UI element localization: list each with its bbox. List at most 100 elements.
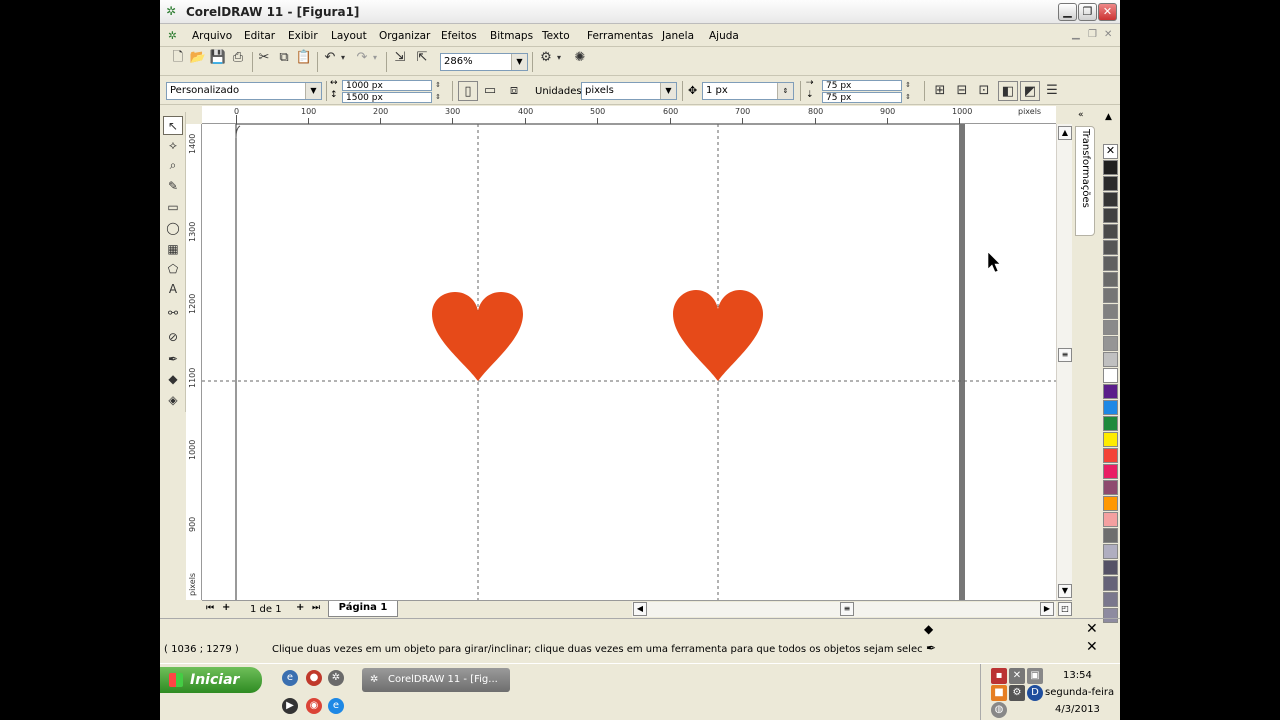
shape-tool-icon[interactable]: ⟡: [163, 136, 183, 155]
paper-type-select[interactable]: Personalizado ▼: [166, 82, 322, 100]
duplicate-distance-x-input[interactable]: 75 px: [822, 80, 902, 91]
drawing-canvas[interactable]: [202, 124, 1056, 600]
internet-explorer-icon[interactable]: e: [328, 698, 344, 714]
scroll-up-icon[interactable]: ▲: [1058, 126, 1072, 140]
save-icon[interactable]: 💾: [208, 48, 228, 68]
ellipse-tool-icon[interactable]: ◯: [163, 219, 183, 238]
coreldraw-app-icon[interactable]: ✲: [166, 4, 180, 18]
color-swatch[interactable]: [1103, 496, 1118, 511]
pick-tool-icon[interactable]: ↖: [163, 116, 183, 135]
color-swatch[interactable]: [1103, 208, 1118, 223]
color-swatch[interactable]: [1103, 160, 1118, 175]
color-swatch[interactable]: [1103, 336, 1118, 351]
color-swatch[interactable]: [1103, 544, 1118, 559]
scroll-down-icon[interactable]: ▼: [1058, 584, 1072, 598]
menu-bitmaps[interactable]: Bitmaps: [490, 30, 533, 42]
color-swatch[interactable]: [1103, 432, 1118, 447]
app-launcher-icon[interactable]: ⚙: [536, 48, 556, 68]
import-icon[interactable]: ⇲: [390, 48, 410, 68]
portrait-icon[interactable]: ▯: [458, 81, 478, 101]
interactive-fill-tool-icon[interactable]: ◈: [163, 391, 183, 410]
close-button[interactable]: ✕: [1098, 3, 1117, 21]
landscape-icon[interactable]: ▭: [480, 81, 500, 101]
color-swatch[interactable]: [1103, 240, 1118, 255]
minimize-button[interactable]: ▁: [1058, 3, 1077, 21]
no-color-swatch[interactable]: ✕: [1103, 144, 1118, 159]
paper-height-input[interactable]: 1500 px: [342, 92, 432, 103]
ruler-origin[interactable]: [186, 106, 202, 124]
cut-icon[interactable]: ✂: [254, 48, 274, 68]
color-swatch[interactable]: [1103, 448, 1118, 463]
quicklaunch-app-icon[interactable]: e: [282, 670, 298, 686]
palette-scroll-up-icon[interactable]: ▲: [1105, 112, 1112, 122]
dup-x-spinner-icon[interactable]: ⇕: [902, 80, 914, 91]
new-icon[interactable]: 🗋: [168, 48, 188, 68]
open-icon[interactable]: 📂: [188, 48, 208, 68]
menu-exibir[interactable]: Exibir: [288, 30, 318, 42]
vertical-ruler[interactable]: 1400 1300 1200 1100 1000 900 pixels: [186, 124, 202, 600]
nudge-spinner-icon[interactable]: ⇕: [777, 83, 793, 99]
color-swatch[interactable]: [1103, 400, 1118, 415]
chevron-down-icon[interactable]: ▼: [660, 83, 676, 99]
color-swatch[interactable]: [1103, 256, 1118, 271]
transformacoes-docker-tab[interactable]: Transformações: [1075, 126, 1095, 236]
nudge-distance-input[interactable]: 1 px ⇕: [702, 82, 794, 100]
outline-indicator-icon[interactable]: ✒: [926, 641, 936, 655]
chrome-icon[interactable]: ◉: [306, 698, 322, 714]
color-swatch[interactable]: [1103, 464, 1118, 479]
menu-arquivo[interactable]: Arquivo: [192, 30, 232, 42]
treat-as-filled-icon[interactable]: ◧: [998, 81, 1018, 101]
fill-tool-icon[interactable]: ◆: [163, 370, 183, 389]
eyedropper-tool-icon[interactable]: ⊘: [163, 328, 183, 347]
color-swatch[interactable]: [1103, 176, 1118, 191]
units-select[interactable]: pixels ▼: [581, 82, 677, 100]
scroll-left-icon[interactable]: ◀: [633, 602, 647, 616]
redo-dropdown-icon[interactable]: ▾: [370, 48, 380, 68]
color-swatch[interactable]: [1103, 576, 1118, 591]
color-swatch[interactable]: [1103, 192, 1118, 207]
color-swatch[interactable]: [1103, 320, 1118, 335]
color-swatch[interactable]: [1103, 512, 1118, 527]
color-swatch[interactable]: [1103, 272, 1118, 287]
tray-app-icon[interactable]: D: [1027, 685, 1043, 701]
menu-efeitos[interactable]: Efeitos: [441, 30, 477, 42]
doc-minimize-icon[interactable]: ▁: [1072, 29, 1080, 40]
last-page-icon[interactable]: ⏭: [312, 603, 320, 613]
horizontal-scrollbar[interactable]: ◀ ≡ ▶: [632, 602, 1056, 617]
color-swatch[interactable]: [1103, 528, 1118, 543]
color-swatch[interactable]: [1103, 304, 1118, 319]
color-swatch[interactable]: [1103, 288, 1118, 303]
copy-icon[interactable]: ⧉: [274, 48, 294, 68]
page-layout-icon[interactable]: ⧈: [504, 81, 524, 101]
tray-network-icon[interactable]: ▪: [991, 668, 1007, 684]
zoom-level-select[interactable]: 286% ▼: [440, 53, 528, 71]
first-page-icon[interactable]: ⏮: [206, 603, 214, 613]
quicklaunch-app-icon[interactable]: ✲: [328, 670, 344, 686]
docker-collapse-icon[interactable]: «: [1078, 110, 1084, 120]
color-swatch[interactable]: [1103, 224, 1118, 239]
fill-indicator-icon[interactable]: ◆: [924, 622, 933, 636]
menu-texto[interactable]: Texto: [542, 30, 570, 42]
navigator-icon[interactable]: ◰: [1058, 602, 1072, 616]
quicklaunch-app-icon[interactable]: ●: [306, 670, 322, 686]
draw-unfilled-icon[interactable]: ◩: [1020, 81, 1040, 101]
color-swatch[interactable]: [1103, 560, 1118, 575]
restore-button[interactable]: ❐: [1078, 3, 1097, 21]
snap-objects-icon[interactable]: ⊡: [974, 81, 994, 101]
scroll-thumb[interactable]: ≡: [1058, 348, 1072, 362]
dup-y-spinner-icon[interactable]: ⇕: [902, 92, 914, 103]
tray-app-icon[interactable]: ◍: [991, 702, 1007, 718]
snap-guidelines-icon[interactable]: ⊟: [952, 81, 972, 101]
undo-icon[interactable]: ↶: [320, 48, 340, 68]
text-tool-icon[interactable]: A: [163, 280, 183, 299]
polygon-tool-icon[interactable]: ▦: [163, 240, 183, 259]
menu-ferramentas[interactable]: Ferramentas: [587, 30, 653, 42]
options-icon[interactable]: ☰: [1042, 81, 1062, 101]
h-scroll-thumb[interactable]: ≡: [840, 602, 854, 616]
doc-close-icon[interactable]: ✕: [1104, 29, 1112, 40]
basic-shapes-tool-icon[interactable]: ⬠: [163, 260, 183, 279]
tray-app-icon[interactable]: ✕: [1009, 668, 1025, 684]
height-spinner-icon[interactable]: ⇕: [432, 92, 444, 103]
menu-ajuda[interactable]: Ajuda: [709, 30, 739, 42]
print-icon[interactable]: ⎙: [228, 48, 248, 68]
